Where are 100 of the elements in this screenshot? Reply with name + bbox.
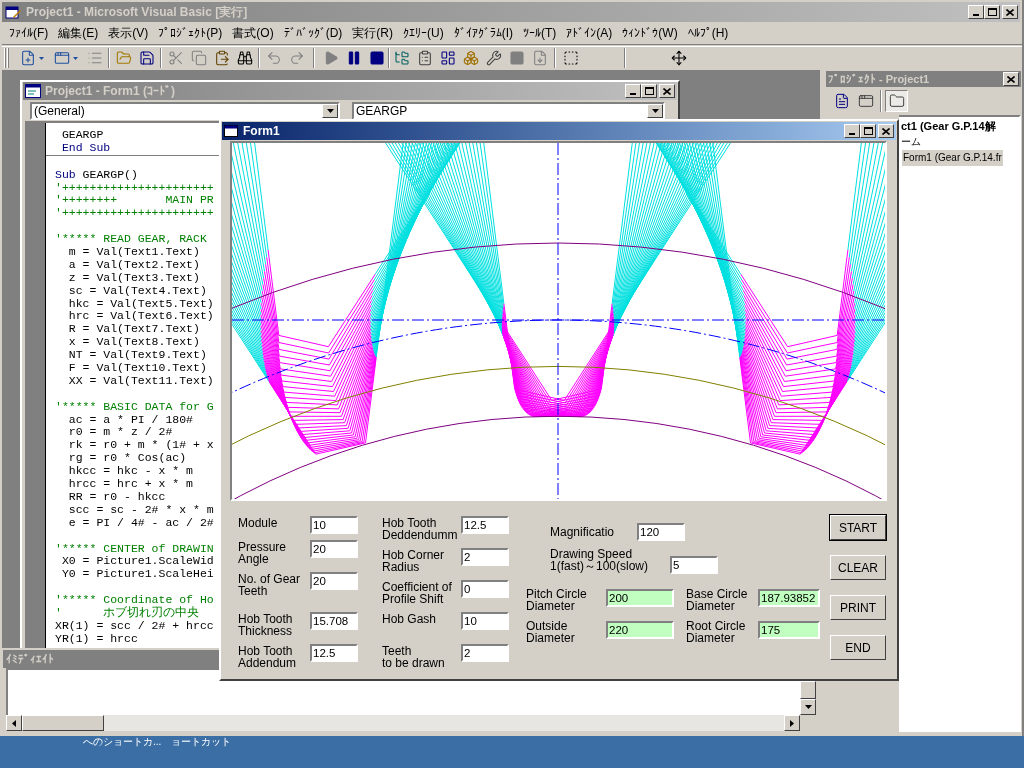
menu-item[interactable]: ﾀﾞｲｱｸﾞﾗﾑ(I) bbox=[448, 24, 518, 42]
input-field[interactable]: 2 bbox=[461, 548, 509, 566]
menu-item[interactable]: 実行(R) bbox=[347, 24, 398, 42]
menu-item[interactable]: ｱﾄﾞｲﾝ(A) bbox=[561, 24, 618, 42]
minimize-icon bbox=[973, 14, 979, 16]
field-label: Pressure Angle bbox=[238, 540, 288, 565]
square-icon bbox=[508, 50, 525, 66]
maximize-button[interactable] bbox=[984, 5, 1000, 19]
code-line: hrcc = hrc + x * m bbox=[67, 478, 194, 491]
procedure-dropdown[interactable]: GEARGP bbox=[352, 101, 665, 120]
field-label: Outside Diameter bbox=[526, 620, 576, 644]
menu-item[interactable]: ﾌﾟﾛｼﾞｪｸﾄ(P) bbox=[153, 24, 228, 42]
minimize-button[interactable] bbox=[844, 124, 860, 138]
code-editor[interactable] bbox=[25, 121, 220, 648]
menu-item[interactable]: 表示(V) bbox=[103, 24, 154, 42]
input-field[interactable]: 200 bbox=[606, 589, 674, 607]
close-button[interactable] bbox=[1002, 5, 1018, 19]
close-icon bbox=[1007, 75, 1015, 83]
input-field[interactable]: 20 bbox=[310, 572, 358, 590]
field-label: Magnificatio bbox=[550, 524, 616, 538]
code-line: rg = r0 * Cos(ac) bbox=[67, 452, 187, 466]
menu-item[interactable]: 編集(E) bbox=[53, 24, 104, 42]
tree-item[interactable]: Form1 (Gear G.P.14.fr bbox=[902, 150, 1003, 166]
vertical-scrollbar[interactable] bbox=[800, 681, 816, 715]
document-plus-icon bbox=[20, 50, 36, 66]
menu-item[interactable]: ﾂｰﾙ(T) bbox=[518, 24, 562, 42]
close-button[interactable] bbox=[878, 124, 894, 138]
scroll-left-button[interactable] bbox=[6, 715, 22, 731]
menu-item[interactable]: ｳｨﾝﾄﾞｳ(W) bbox=[617, 24, 683, 42]
close-button[interactable] bbox=[659, 84, 675, 98]
command-button[interactable]: START bbox=[830, 515, 886, 540]
code-line: hrc = Val(Text6.Text) bbox=[67, 310, 214, 324]
input-field[interactable]: 0 bbox=[461, 580, 509, 598]
dropdown-arrow-button[interactable] bbox=[647, 103, 663, 118]
field-label: Hob Tooth Deddendumm bbox=[382, 516, 459, 541]
input-field[interactable]: 175 bbox=[758, 621, 820, 639]
field-label: No. of Gear Teeth bbox=[238, 572, 302, 597]
clipboard-list-icon bbox=[416, 50, 433, 66]
object-dropdown[interactable]: (General) bbox=[30, 101, 340, 120]
code-line: '++++++++++++++++++++++ bbox=[55, 207, 214, 221]
list-icon bbox=[86, 50, 103, 66]
field-label: Root Circle Diameter bbox=[686, 620, 747, 644]
input-field[interactable]: 5 bbox=[670, 556, 718, 574]
boxes-icon bbox=[462, 50, 479, 66]
input-field[interactable]: 20 bbox=[310, 540, 358, 558]
code-line: XR(1) = scc / 2# + hrcc bbox=[55, 619, 214, 633]
field-label: Hob Gash bbox=[382, 612, 438, 625]
input-field[interactable]: 120 bbox=[637, 523, 685, 541]
app-icon bbox=[5, 4, 21, 20]
menu-item[interactable]: 書式(O) bbox=[227, 24, 279, 42]
menu-item[interactable]: ｸｴﾘｰ(U) bbox=[398, 24, 449, 42]
input-field[interactable]: 12.5 bbox=[461, 516, 509, 534]
menu-item[interactable]: ﾍﾙﾌﾟ(H) bbox=[682, 24, 734, 42]
command-button[interactable]: CLEAR bbox=[830, 555, 886, 580]
scroll-thumb[interactable] bbox=[22, 715, 104, 731]
clipboard-icon bbox=[213, 50, 230, 66]
input-field[interactable]: 220 bbox=[606, 621, 674, 639]
input-field[interactable]: 10 bbox=[310, 516, 358, 534]
code-line: ' ホブ切れ刃の中央 bbox=[55, 606, 200, 620]
window-title: Project1 - Microsoft Visual Basic [実行] bbox=[26, 4, 248, 21]
form-icon bbox=[224, 125, 238, 137]
scroll-down-button[interactable] bbox=[800, 699, 816, 715]
menu-item[interactable]: ﾌｧｲﾙ(F) bbox=[4, 24, 54, 42]
input-field[interactable]: 12.5 bbox=[310, 644, 358, 662]
desktop-icon-label[interactable]: ョートカット bbox=[171, 736, 232, 747]
dropdown-arrow-button[interactable] bbox=[322, 103, 338, 118]
undo-icon bbox=[265, 50, 282, 66]
window-icon bbox=[857, 93, 874, 109]
code-line: '***** READ GEAR, RACK bbox=[55, 233, 207, 246]
dashboard-icon bbox=[439, 50, 456, 66]
desktop-icon-label[interactable]: へのショートカ... bbox=[83, 736, 162, 747]
code-line: Sub GEARGP() bbox=[55, 168, 138, 182]
tree-item[interactable]: ーム bbox=[900, 134, 922, 150]
input-field[interactable]: 187.93852 bbox=[758, 589, 820, 607]
maximize-button[interactable] bbox=[641, 84, 657, 98]
command-button[interactable]: END bbox=[830, 635, 886, 660]
scroll-thumb[interactable] bbox=[800, 681, 816, 699]
field-label: Teeth to be drawn bbox=[382, 644, 446, 669]
close-button[interactable] bbox=[1003, 72, 1019, 86]
maximize-button[interactable] bbox=[860, 124, 876, 138]
input-field[interactable]: 15.708 bbox=[310, 612, 358, 630]
menu-item[interactable]: ﾃﾞﾊﾞｯｸﾞ(D) bbox=[278, 24, 348, 42]
horizontal-scrollbar[interactable] bbox=[6, 715, 800, 731]
toggle-folders-button[interactable] bbox=[885, 90, 908, 112]
minimize-button[interactable] bbox=[625, 84, 641, 98]
input-field[interactable]: 10 bbox=[461, 612, 509, 630]
minimize-button[interactable] bbox=[968, 5, 984, 19]
code-line: e = PI / 4# - ac / 2# bbox=[67, 516, 214, 530]
redo-icon bbox=[288, 50, 305, 66]
move-icon bbox=[670, 50, 687, 66]
tree-item[interactable]: ct1 (Gear G.P.14解 bbox=[900, 118, 997, 134]
code-line: ac = a * PI / 180# bbox=[67, 413, 194, 427]
command-button[interactable]: PRINT bbox=[830, 595, 886, 620]
scroll-right-button[interactable] bbox=[784, 715, 800, 731]
code-line: YR(1) = hrcc bbox=[55, 632, 138, 646]
field-label: Pitch Circle Diameter bbox=[526, 588, 588, 612]
field-label: Hob Tooth Thickness bbox=[238, 612, 294, 637]
input-field[interactable]: 2 bbox=[461, 644, 509, 662]
close-icon bbox=[663, 87, 671, 95]
project-tree[interactable]: ct1 (Gear G.P.14解 ーム Form1 (Gear G.P.14.fr bbox=[899, 115, 1021, 732]
